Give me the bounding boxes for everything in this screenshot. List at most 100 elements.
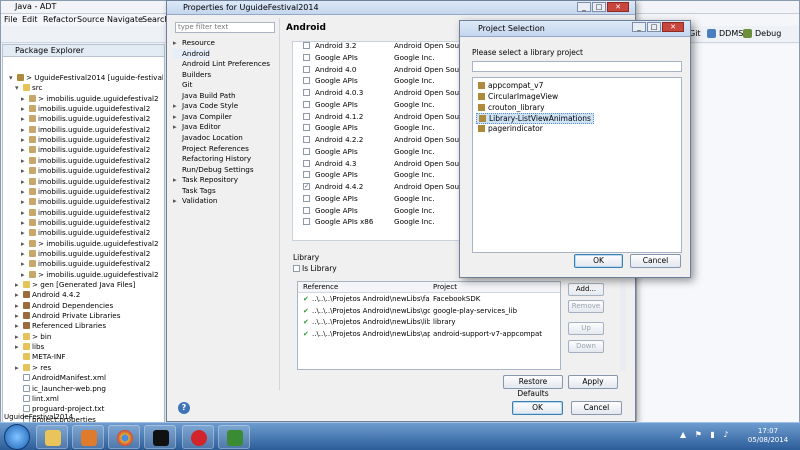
tree-item[interactable]: ▸ imobilis.uguide.uguidefestival2 <box>3 145 163 155</box>
library-project-item[interactable]: appcompat_v7 <box>476 81 545 92</box>
menu-source[interactable]: Source <box>77 15 104 24</box>
nav-item[interactable]: Run/Debug Settings <box>173 165 254 176</box>
tree-item[interactable]: ▸ > imobilis.uguide.uguidefestival2 <box>3 94 163 104</box>
menu-refactor[interactable]: Refactor <box>43 15 77 24</box>
maximize-button[interactable]: □ <box>592 2 606 12</box>
tree-item[interactable]: ▸ imobilis.uguide.uguidefestival2 <box>3 228 163 238</box>
close-button[interactable]: ✕ <box>662 22 684 32</box>
target-checkbox[interactable] <box>303 112 310 120</box>
tree-item[interactable]: AndroidManifest.xml <box>3 373 163 383</box>
expand-toggle-icon[interactable]: ▸ <box>21 114 29 124</box>
eclipse-taskbar-button[interactable] <box>218 425 250 449</box>
menu-navigate[interactable]: Navigate <box>107 15 143 24</box>
expand-toggle-icon[interactable]: ▸ <box>21 145 29 155</box>
menu-edit[interactable]: Edit <box>22 15 38 24</box>
tree-item[interactable]: ▸ imobilis.uguide.uguidefestival2 <box>3 259 163 269</box>
perspective-ddms[interactable]: DDMS <box>707 29 743 38</box>
expand-toggle-icon[interactable]: ▸ <box>173 101 182 111</box>
tree-item[interactable]: ▸ imobilis.uguide.uguidefestival2 <box>3 218 163 228</box>
expand-toggle-icon[interactable]: ▸ <box>21 228 29 238</box>
tree-item[interactable]: ▸ Android 4.4.2 <box>3 290 163 300</box>
cancel-button[interactable]: Cancel <box>571 401 622 415</box>
expand-toggle-icon[interactable]: ▸ <box>21 218 29 228</box>
checkbox-box[interactable] <box>293 265 300 272</box>
expand-toggle-icon[interactable]: ▸ <box>21 104 29 114</box>
reference-row[interactable]: ✔ ..\..\..\Projetos Android\newLibs\lib..… <box>298 317 560 329</box>
tree-item[interactable]: ▸ Referenced Libraries <box>3 321 163 331</box>
target-checkbox[interactable] <box>303 77 310 85</box>
target-checkbox[interactable] <box>303 147 310 155</box>
expand-toggle-icon[interactable]: ▸ <box>15 280 23 290</box>
taskbar-clock[interactable]: 17:07 05/08/2014 <box>740 427 796 445</box>
tree-item[interactable]: ▸ > gen [Generated Java Files] <box>3 280 163 290</box>
expand-toggle-icon[interactable]: ▸ <box>21 270 29 280</box>
tree-item[interactable]: ▸ imobilis.uguide.uguidefestival2 <box>3 135 163 145</box>
nav-item[interactable]: ▸ Validation <box>173 196 218 207</box>
expand-toggle-icon[interactable]: ▸ <box>15 332 23 342</box>
tree-item[interactable]: ▸ imobilis.uguide.uguidefestival2 <box>3 187 163 197</box>
cmd-taskbar-button[interactable] <box>144 425 176 449</box>
remove-library-button[interactable]: Remove <box>568 300 604 313</box>
tree-item[interactable]: ▾ > UguideFestival2014 [uguide-festival <box>3 73 163 83</box>
nav-item[interactable]: Android <box>173 48 210 60</box>
cancel-button[interactable]: Cancel <box>630 254 681 268</box>
tree-item[interactable]: ▾ src <box>3 83 163 93</box>
tree-item[interactable]: lint.xml <box>3 394 163 404</box>
nav-item[interactable]: Android Lint Preferences <box>173 59 270 70</box>
close-button[interactable]: ✕ <box>607 2 629 12</box>
expand-toggle-icon[interactable]: ▸ <box>21 125 29 135</box>
system-tray-icons[interactable]: ▲ ⚑ ▮ ♪ <box>680 430 731 439</box>
target-checkbox[interactable] <box>303 206 310 214</box>
nav-item[interactable]: ▸ Resource <box>173 38 215 49</box>
target-checkbox[interactable] <box>303 194 310 202</box>
tree-item[interactable]: ▸ imobilis.uguide.uguidefestival2 <box>3 177 163 187</box>
library-project-item[interactable]: CircularImageView <box>476 92 560 103</box>
expand-toggle-icon[interactable]: ▸ <box>21 187 29 197</box>
tree-item[interactable]: ▸ Android Dependencies <box>3 301 163 311</box>
minimize-button[interactable]: _ <box>577 2 591 12</box>
expand-toggle-icon[interactable]: ▸ <box>173 122 182 132</box>
expand-toggle-icon[interactable]: ▸ <box>21 135 29 145</box>
expand-toggle-icon[interactable]: ▸ <box>21 249 29 259</box>
nav-item[interactable]: ▸ Java Editor <box>173 122 221 133</box>
down-button[interactable]: Down <box>568 340 604 353</box>
nav-item[interactable]: ▸ Task Repository <box>173 175 238 186</box>
reference-row[interactable]: ✔ ..\..\..\Projetos Android\newLibs\go...… <box>298 306 560 318</box>
nav-item[interactable]: Builders <box>173 70 211 81</box>
chrome-taskbar-button[interactable] <box>108 425 140 449</box>
expand-toggle-icon[interactable]: ▸ <box>21 197 29 207</box>
nav-item[interactable]: Project References <box>173 144 249 155</box>
expand-toggle-icon[interactable]: ▸ <box>21 166 29 176</box>
target-checkbox[interactable] <box>303 53 310 61</box>
nav-item[interactable]: ▸ Java Code Style <box>173 101 238 112</box>
tree-item[interactable]: ▸ > bin <box>3 332 163 342</box>
library-project-item[interactable]: pagerindicator <box>476 124 545 135</box>
tree-item[interactable]: ▸ libs <box>3 342 163 352</box>
target-checkbox[interactable] <box>303 218 310 226</box>
perspective-debug[interactable]: Debug <box>743 29 781 38</box>
library-project-item[interactable]: Library-ListViewAnimations <box>476 113 594 125</box>
explorer-taskbar-button[interactable] <box>36 425 68 449</box>
nav-item[interactable]: Java Build Path <box>173 91 236 102</box>
ok-button[interactable]: OK <box>512 401 563 415</box>
target-checkbox[interactable] <box>303 159 310 167</box>
expand-toggle-icon[interactable]: ▸ <box>173 196 182 206</box>
ok-button[interactable]: OK <box>574 254 623 268</box>
expand-toggle-icon[interactable]: ▸ <box>15 342 23 352</box>
nav-filter-input[interactable]: type filter text <box>175 22 275 33</box>
expand-toggle-icon[interactable]: ▸ <box>173 175 182 185</box>
opera-taskbar-button[interactable] <box>182 425 214 449</box>
nav-item[interactable]: ▸ Java Compiler <box>173 112 232 123</box>
target-checkbox[interactable] <box>303 65 310 73</box>
tree-item[interactable]: ▸ > imobilis.uguide.uguidefestival2 <box>3 239 163 249</box>
expand-toggle-icon[interactable]: ▸ <box>21 259 29 269</box>
package-explorer-tab[interactable]: Package Explorer <box>3 45 164 57</box>
expand-toggle-icon[interactable]: ▸ <box>21 156 29 166</box>
menu-file[interactable]: File <box>4 15 17 24</box>
tree-item[interactable]: ▸ imobilis.uguide.uguidefestival2 <box>3 166 163 176</box>
target-checkbox[interactable] <box>303 124 310 132</box>
expand-toggle-icon[interactable]: ▸ <box>15 311 23 321</box>
tree-item[interactable]: ▸ > res <box>3 363 163 373</box>
tree-item[interactable]: ▸ imobilis.uguide.uguidefestival2 <box>3 114 163 124</box>
expand-toggle-icon[interactable]: ▸ <box>173 38 182 48</box>
